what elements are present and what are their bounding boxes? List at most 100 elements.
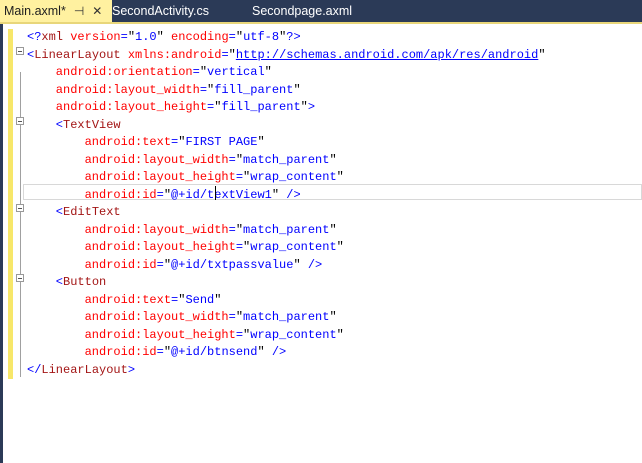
code-token: android:id xyxy=(27,345,157,359)
tab-secondpage-axml[interactable]: Secondpage.axml xyxy=(248,0,356,22)
code-line[interactable]: android:layout_height="wrap_content" xyxy=(27,239,546,257)
code-token: " xyxy=(336,170,344,184)
code-token: " xyxy=(163,257,172,272)
code-line[interactable]: android:text="Send" xyxy=(27,292,546,310)
code-token: = xyxy=(235,327,244,342)
code-token: android:layout_width xyxy=(27,222,229,237)
code-token: android:layout_height xyxy=(27,170,236,184)
collapse-icon[interactable] xyxy=(16,274,24,282)
tab-secondactivity-cs[interactable]: SecondActivity.cs xyxy=(108,0,213,22)
code-token: xmlns:android xyxy=(120,47,222,62)
code-token: = xyxy=(228,222,236,237)
code-token: <? xyxy=(27,30,42,44)
code-line[interactable]: android:orientation="vertical" xyxy=(27,64,546,82)
code-token: 1.0 xyxy=(135,30,157,44)
code-token: = xyxy=(228,152,236,167)
code-line[interactable]: android:text="FIRST PAGE" xyxy=(27,134,546,152)
code-token: " xyxy=(163,187,172,202)
code-token: = xyxy=(120,30,128,44)
code-line[interactable]: android:layout_height="fill_parent"> xyxy=(27,99,546,117)
code-token: " xyxy=(235,222,244,237)
url-link[interactable]: http://schemas.android.com/apk/res/andro… xyxy=(236,48,538,62)
code-token: version xyxy=(63,30,121,44)
tab-main-axml[interactable]: Main.axml* ⊣ ✕ xyxy=(0,0,112,22)
code-token: android:text xyxy=(27,292,172,307)
code-token: android:id xyxy=(27,187,157,202)
code-line[interactable]: android:layout_height="wrap_content" xyxy=(27,327,546,345)
code-line[interactable]: </LinearLayout> xyxy=(27,362,546,380)
code-token: ?> xyxy=(286,30,301,44)
code-line[interactable]: android:layout_width="match_parent" xyxy=(27,222,546,240)
code-token: android:layout_height xyxy=(27,240,236,254)
code-token: android:layout_width xyxy=(27,82,200,97)
code-token: " xyxy=(293,257,301,272)
code-token: > xyxy=(127,362,136,377)
code-token: Button xyxy=(63,275,107,289)
code-token: " xyxy=(329,222,337,237)
code-token: wrap_content xyxy=(250,327,337,342)
code-token: match_parent xyxy=(243,222,330,237)
code-line[interactable]: <LinearLayout xmlns:android="http://sche… xyxy=(27,47,546,65)
close-icon[interactable]: ✕ xyxy=(92,0,102,22)
code-token: LinearLayout xyxy=(34,47,121,62)
change-tracking-bar xyxy=(8,29,13,379)
code-token: /> xyxy=(279,187,301,202)
code-line[interactable]: <?xml version="1.0" encoding="utf-8"?> xyxy=(27,29,546,47)
code-token: " xyxy=(336,327,344,342)
code-line[interactable]: <TextView xyxy=(27,117,546,135)
code-token: android:text xyxy=(27,135,172,149)
code-line[interactable]: <EditText xyxy=(27,204,546,222)
code-token: xml xyxy=(41,30,64,44)
code-line[interactable]: <Button xyxy=(27,274,546,292)
code-token: " xyxy=(156,30,164,44)
document-tab-bar: Main.axml* ⊣ ✕ SecondActivity.cs Secondpag… xyxy=(0,0,642,24)
code-token: " xyxy=(214,292,222,307)
code-editor[interactable]: <?xml version="1.0" encoding="utf-8"?> <L… xyxy=(27,29,546,379)
code-token: android:id xyxy=(27,257,157,272)
code-token: " xyxy=(228,47,236,62)
code-token: " xyxy=(271,187,280,202)
collapse-icon[interactable] xyxy=(16,47,24,55)
code-token: /> xyxy=(300,257,323,272)
code-token: > xyxy=(307,100,316,114)
code-line[interactable]: android:id="@+id/btnsend" /> xyxy=(27,344,546,362)
code-token: fill_parent xyxy=(214,82,294,97)
code-token: android:layout_height xyxy=(27,100,208,114)
code-token: " xyxy=(329,310,337,324)
pin-icon[interactable]: ⊣ xyxy=(74,0,84,22)
code-token: fill_parent xyxy=(221,100,301,114)
code-token: " xyxy=(235,30,244,44)
code-token: = xyxy=(235,170,244,184)
code-token: " xyxy=(163,345,172,359)
code-token: = xyxy=(156,345,164,359)
code-token: = xyxy=(228,30,236,44)
text-caret xyxy=(215,186,216,200)
collapse-icon[interactable] xyxy=(16,204,24,212)
code-token: " xyxy=(257,345,265,359)
code-token: Send xyxy=(185,292,215,307)
code-token: @+id/txtpassvalue xyxy=(171,257,294,272)
code-line[interactable]: android:layout_width="fill_parent" xyxy=(27,82,546,100)
collapse-icon[interactable] xyxy=(16,117,24,125)
code-token: = xyxy=(228,310,236,324)
code-token: < xyxy=(27,275,64,289)
code-token: " xyxy=(336,240,344,254)
code-token: " xyxy=(264,65,272,79)
tab-label: SecondActivity.cs xyxy=(112,4,210,18)
code-token: match_parent xyxy=(243,310,330,324)
code-token: " xyxy=(329,152,337,167)
code-line[interactable]: android:layout_width="match_parent" xyxy=(27,152,546,170)
code-token: " xyxy=(538,47,546,62)
code-token: vertical xyxy=(207,65,265,79)
code-token: = xyxy=(221,47,229,62)
code-token: = xyxy=(192,65,200,79)
code-token: match_parent xyxy=(243,152,330,167)
code-token: encoding xyxy=(163,30,229,44)
code-line[interactable]: android:id="@+id/txtpassvalue" /> xyxy=(27,257,546,275)
code-token: = xyxy=(156,257,164,272)
code-line[interactable]: android:layout_width="match_parent" xyxy=(27,309,546,327)
code-line[interactable]: android:layout_height="wrap_content" xyxy=(27,169,546,187)
code-token: wrap_content xyxy=(250,240,337,254)
code-line[interactable]: android:id="@+id/textView1" /> xyxy=(27,187,546,205)
code-token: = xyxy=(199,82,208,97)
